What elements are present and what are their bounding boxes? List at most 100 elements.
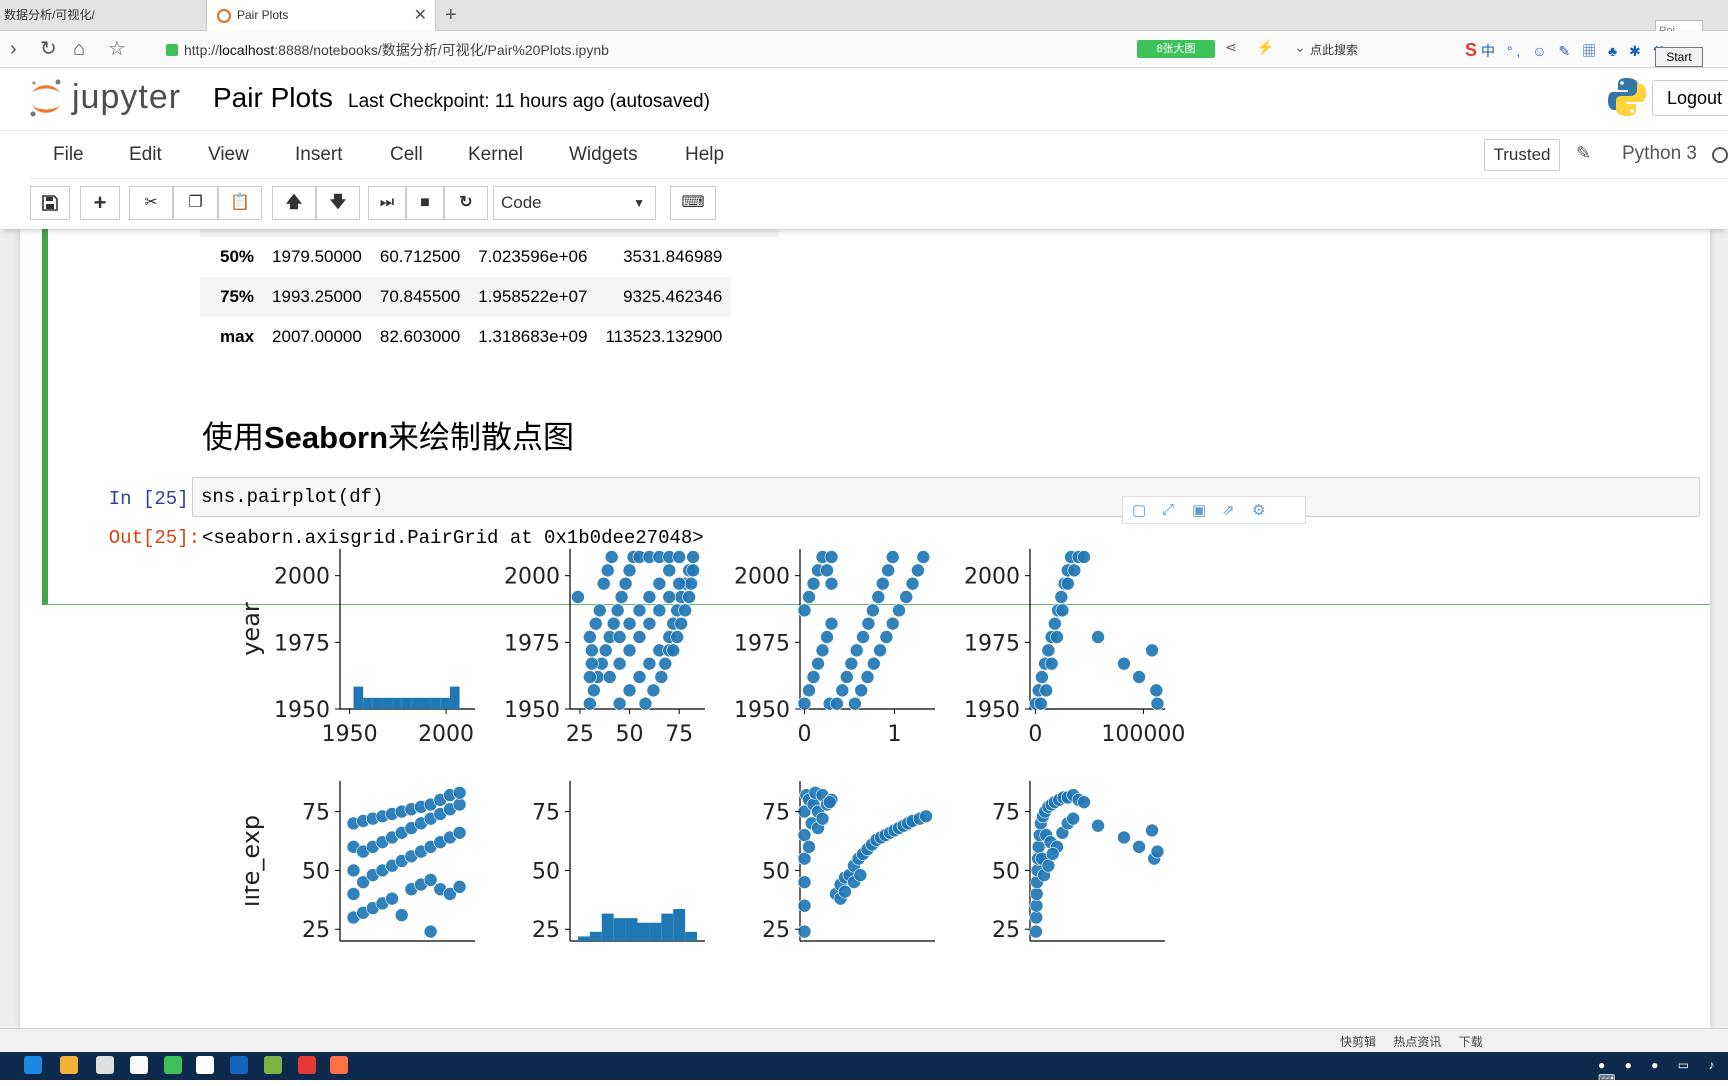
new-tab-icon[interactable]: + <box>445 0 457 31</box>
scatter-point <box>658 656 673 671</box>
table-cell: 60.712500 <box>379 247 461 266</box>
table-cell: 1.958522e+07 <box>469 277 597 317</box>
notebook-name[interactable]: Pair Plots <box>213 82 333 114</box>
jupyter-logo-icon[interactable] <box>28 78 64 118</box>
paste-icon[interactable]: 📋 <box>218 186 262 220</box>
scatter-point <box>802 840 816 854</box>
jupyter-header: jupyter Pair Plots Last Checkpoint: 11 h… <box>0 68 1728 130</box>
app-icon[interactable] <box>330 1056 348 1074</box>
app-icon[interactable] <box>230 1056 248 1074</box>
run-icon[interactable]: ⏭ <box>368 186 406 220</box>
scatter-point <box>820 563 834 578</box>
menu-file[interactable]: File <box>53 144 84 166</box>
y-tick-label: 25 <box>532 918 560 943</box>
scatter-point <box>600 563 615 578</box>
keyboard-icon[interactable]: ⌨ <box>670 186 716 220</box>
sogou-icon[interactable]: S <box>1465 40 1481 60</box>
app-icon[interactable] <box>264 1056 282 1074</box>
url-field[interactable]: http://localhost:8888/notebooks/数据分析/可视化… <box>166 40 609 60</box>
menu-cell[interactable]: Cell <box>390 144 423 166</box>
search-hint[interactable]: 点此搜索 <box>1310 41 1358 58</box>
hist-bar <box>613 918 626 941</box>
status-item[interactable]: 下载 <box>1459 1035 1483 1049</box>
browser-tab-data-analysis[interactable]: 数据分析/可视化/ <box>0 0 205 31</box>
share-figure-icon[interactable]: ⇗ <box>1222 501 1235 519</box>
store-icon[interactable] <box>96 1056 114 1074</box>
scatter-point <box>632 670 647 684</box>
settings-gear-icon[interactable]: ⚙ <box>1252 501 1265 519</box>
x-tick-label: 2000 <box>418 722 474 747</box>
scatter-point <box>824 576 839 591</box>
menu-view[interactable]: View <box>208 144 249 166</box>
scatter-point <box>802 683 816 698</box>
x-tick-label: 25 <box>566 722 594 747</box>
scatter-point <box>844 656 859 671</box>
y-tick-label: 25 <box>762 918 790 943</box>
scatter-point <box>848 696 862 711</box>
scatter-point <box>806 576 821 591</box>
scatter-point <box>452 797 467 812</box>
cut-icon[interactable]: ✂ <box>129 186 173 220</box>
browser-tab-pair-plots[interactable]: Pair Plots ✕ <box>206 0 436 32</box>
code-input[interactable]: sns.pairplot(df) <box>192 477 1700 517</box>
home-icon[interactable]: ⌂ <box>73 37 85 61</box>
menu-kernel[interactable]: Kernel <box>468 144 523 166</box>
scatter-point <box>583 630 597 644</box>
scatter-point <box>1054 590 1069 604</box>
copy-icon[interactable]: ❐ <box>173 186 218 220</box>
scatter-point <box>1117 830 1131 845</box>
expand-icon[interactable]: ⤢ <box>1162 501 1174 518</box>
bookmark-star-icon[interactable]: ☆ <box>108 37 126 61</box>
status-item[interactable]: 快剪辑 <box>1340 1035 1376 1049</box>
mail-icon[interactable] <box>130 1056 148 1074</box>
move-down-icon[interactable]: 🡇 <box>316 186 360 220</box>
app-icon[interactable] <box>298 1056 316 1074</box>
hist-bar <box>382 697 393 709</box>
python-logo-icon <box>1608 78 1646 116</box>
browser-icon[interactable] <box>164 1056 182 1074</box>
edit-pencil-icon[interactable]: ✎ <box>1576 143 1591 164</box>
forward-icon[interactable]: › <box>10 37 17 61</box>
menu-widgets[interactable]: Widgets <box>569 144 638 166</box>
hist-bar <box>392 697 402 709</box>
move-up-icon[interactable]: 🡅 <box>272 186 316 220</box>
folder-icon[interactable] <box>60 1056 78 1074</box>
edge-icon[interactable] <box>24 1056 42 1074</box>
status-item[interactable]: 热点资讯 <box>1393 1035 1441 1049</box>
y-tick-label: 50 <box>992 859 1020 884</box>
hist-bar <box>421 697 431 709</box>
close-tab-icon[interactable]: ✕ <box>414 0 427 31</box>
restart-icon[interactable]: ↻ <box>444 186 488 220</box>
cell-type-select[interactable]: Code ▼ <box>493 186 656 220</box>
scatter-point <box>642 656 657 671</box>
table-cell: 1979.50000 <box>272 247 362 266</box>
share-icon[interactable]: ⋖ ⚡ ⌄ <box>1225 39 1314 56</box>
menu-bar: File Edit View Insert Cell Kernel Widget… <box>0 130 1728 179</box>
insert-cell-icon[interactable]: + <box>80 186 120 220</box>
big-image-button[interactable]: 8张大图 <box>1137 40 1215 58</box>
scatter-point <box>670 630 685 644</box>
start-button[interactable]: Start <box>1655 47 1703 67</box>
scatter-point <box>672 576 686 591</box>
interrupt-icon[interactable]: ■ <box>406 186 444 220</box>
trusted-indicator[interactable]: Trusted <box>1484 139 1560 171</box>
scatter-point <box>1077 550 1091 564</box>
hist-bar <box>601 913 614 941</box>
app-icon[interactable] <box>196 1056 214 1074</box>
logout-button[interactable]: Logout <box>1652 80 1728 116</box>
menu-insert[interactable]: Insert <box>295 144 343 166</box>
copy-figure-icon[interactable]: ▢ <box>1132 501 1146 519</box>
scatter-point <box>346 887 361 901</box>
scatter-point <box>585 656 599 671</box>
scatter-point <box>587 683 601 698</box>
reload-icon[interactable]: ↻ <box>40 37 57 61</box>
chevron-down-icon: ▼ <box>633 196 645 210</box>
scatter-point <box>916 550 931 564</box>
scatter-point <box>797 696 812 711</box>
kernel-name: Python 3 <box>1622 143 1697 164</box>
menu-edit[interactable]: Edit <box>129 144 162 166</box>
ime-language[interactable]: 中 <box>1481 43 1499 59</box>
menu-help[interactable]: Help <box>685 144 724 166</box>
save-icon[interactable] <box>30 186 70 220</box>
save-figure-icon[interactable]: ▣ <box>1192 501 1206 519</box>
